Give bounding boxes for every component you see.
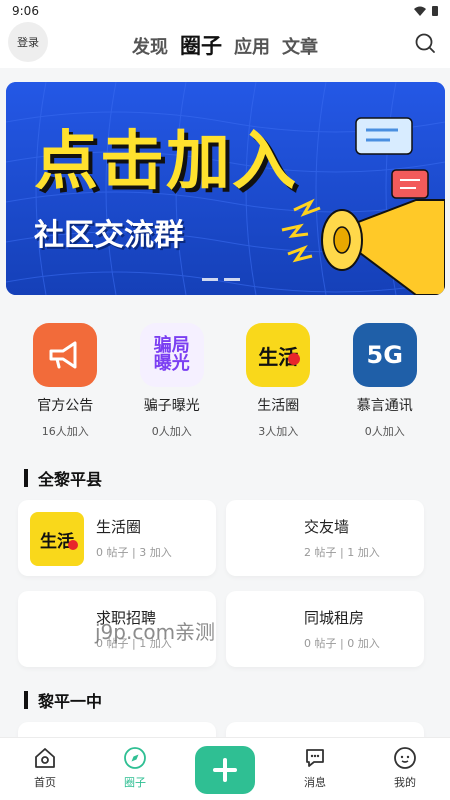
promo-banner[interactable]: 点击加入 社区交流群 — [6, 82, 445, 295]
bottom-tab-bar: 首页 圈子 消息 我的 — [0, 738, 450, 800]
section-title: 全黎平县 — [24, 466, 102, 490]
tab-apps[interactable]: 应用 — [234, 33, 270, 59]
card-meta: 2 帖子 | 1 加入 — [304, 546, 380, 559]
shortcut-life-circle[interactable]: 生活 生活圈 3人加入 — [230, 323, 326, 443]
top-tabs: 发现 圈子 应用 文章 — [132, 30, 318, 60]
circle-card-rentals[interactable]: 同城租房 0 帖子 | 0 加入 — [226, 591, 424, 667]
watermark: j9p.com亲测 — [95, 620, 216, 644]
nav-messages[interactable]: 消息 — [280, 746, 350, 790]
card-name: 交友墙 — [304, 518, 350, 536]
nav-profile[interactable]: 我的 — [370, 746, 440, 790]
compass-icon — [124, 747, 146, 769]
profile-icon — [394, 747, 416, 769]
tab-circle[interactable]: 圈子 — [180, 30, 222, 60]
circle-card-partial[interactable] — [226, 722, 424, 738]
banner-dot[interactable] — [202, 278, 218, 281]
plus-icon — [213, 758, 237, 782]
shortcut-count: 0人加入 — [364, 425, 405, 438]
red-dot-icon — [68, 540, 78, 550]
shortcut-count: 0人加入 — [151, 425, 192, 438]
section-marker — [24, 691, 28, 709]
fraud-expose-icon: 骗局 曝光 — [139, 323, 204, 387]
red-dot-icon — [288, 353, 301, 365]
shortcut-official-notice[interactable]: 官方公告 16人加入 — [17, 323, 113, 443]
nav-label: 首页 — [34, 776, 56, 789]
card-meta: 0 帖子 | 3 加入 — [96, 546, 172, 559]
status-time: 9:06 — [12, 4, 39, 18]
life-circle-icon: 生活 — [30, 512, 84, 566]
banner-title: 点击加入 — [34, 125, 298, 199]
message-icon — [306, 749, 324, 767]
shortcut-name: 骗子曝光 — [143, 398, 200, 414]
fraud-icon-text-bottom: 曝光 — [153, 353, 190, 374]
top-header: 登录 发现 圈子 应用 文章 — [0, 22, 450, 68]
shortcut-count: 3人加入 — [258, 425, 299, 438]
banner-pagination — [202, 278, 240, 281]
section-marker — [24, 469, 28, 487]
tab-discover[interactable]: 发现 — [132, 33, 168, 59]
shortcut-fraud-expose[interactable]: 骗局 曝光 骗子曝光 0人加入 — [124, 323, 220, 443]
nav-label: 圈子 — [124, 776, 146, 789]
status-icons — [414, 6, 438, 16]
nav-circle[interactable]: 圈子 — [100, 746, 170, 790]
publish-button[interactable] — [195, 746, 255, 794]
section-title: 黎平一中 — [24, 688, 102, 712]
5g-icon-text: 5G — [366, 341, 403, 369]
shortcut-count: 16人加入 — [41, 425, 89, 438]
circle-card-life[interactable]: 生活 生活圈 0 帖子 | 3 加入 — [18, 500, 216, 576]
card-name: 生活圈 — [96, 518, 142, 536]
nav-label: 消息 — [304, 776, 326, 789]
wifi-icon — [414, 6, 426, 16]
status-bar: 9:06 — [0, 0, 450, 22]
megaphone-icon — [33, 323, 98, 387]
shortcut-muyan-telecom[interactable]: 5G 慕言通讯 0人加入 — [337, 323, 433, 443]
nav-home[interactable]: 首页 — [10, 746, 80, 790]
card-name: 同城租房 — [304, 609, 365, 627]
battery-icon — [432, 6, 438, 16]
circle-card-partial[interactable] — [18, 722, 216, 738]
card-meta: 0 帖子 | 0 加入 — [304, 637, 380, 650]
banner-subtitle: 社区交流群 — [34, 218, 184, 253]
banner-dot[interactable] — [224, 278, 240, 281]
section-title-text: 全黎平县 — [38, 470, 103, 489]
section-title-text: 黎平一中 — [38, 692, 103, 711]
shortcut-name: 慕言通讯 — [356, 398, 413, 414]
nav-publish[interactable] — [190, 746, 260, 794]
home-icon — [35, 748, 55, 768]
shortcut-name: 生活圈 — [257, 398, 300, 414]
5g-icon: 5G — [352, 323, 417, 387]
circle-card-dating-wall[interactable]: 交友墙 2 帖子 | 1 加入 — [226, 500, 424, 576]
tab-articles[interactable]: 文章 — [282, 33, 318, 59]
nav-label: 我的 — [394, 776, 416, 789]
circle-shortcuts: 官方公告 16人加入 骗局 曝光 骗子曝光 0人加入 生活 生活圈 3人加入 5… — [0, 323, 450, 443]
search-icon[interactable] — [414, 32, 436, 54]
login-button[interactable]: 登录 — [8, 22, 48, 62]
shortcut-name: 官方公告 — [37, 398, 94, 414]
life-circle-icon: 生活 — [246, 323, 311, 387]
